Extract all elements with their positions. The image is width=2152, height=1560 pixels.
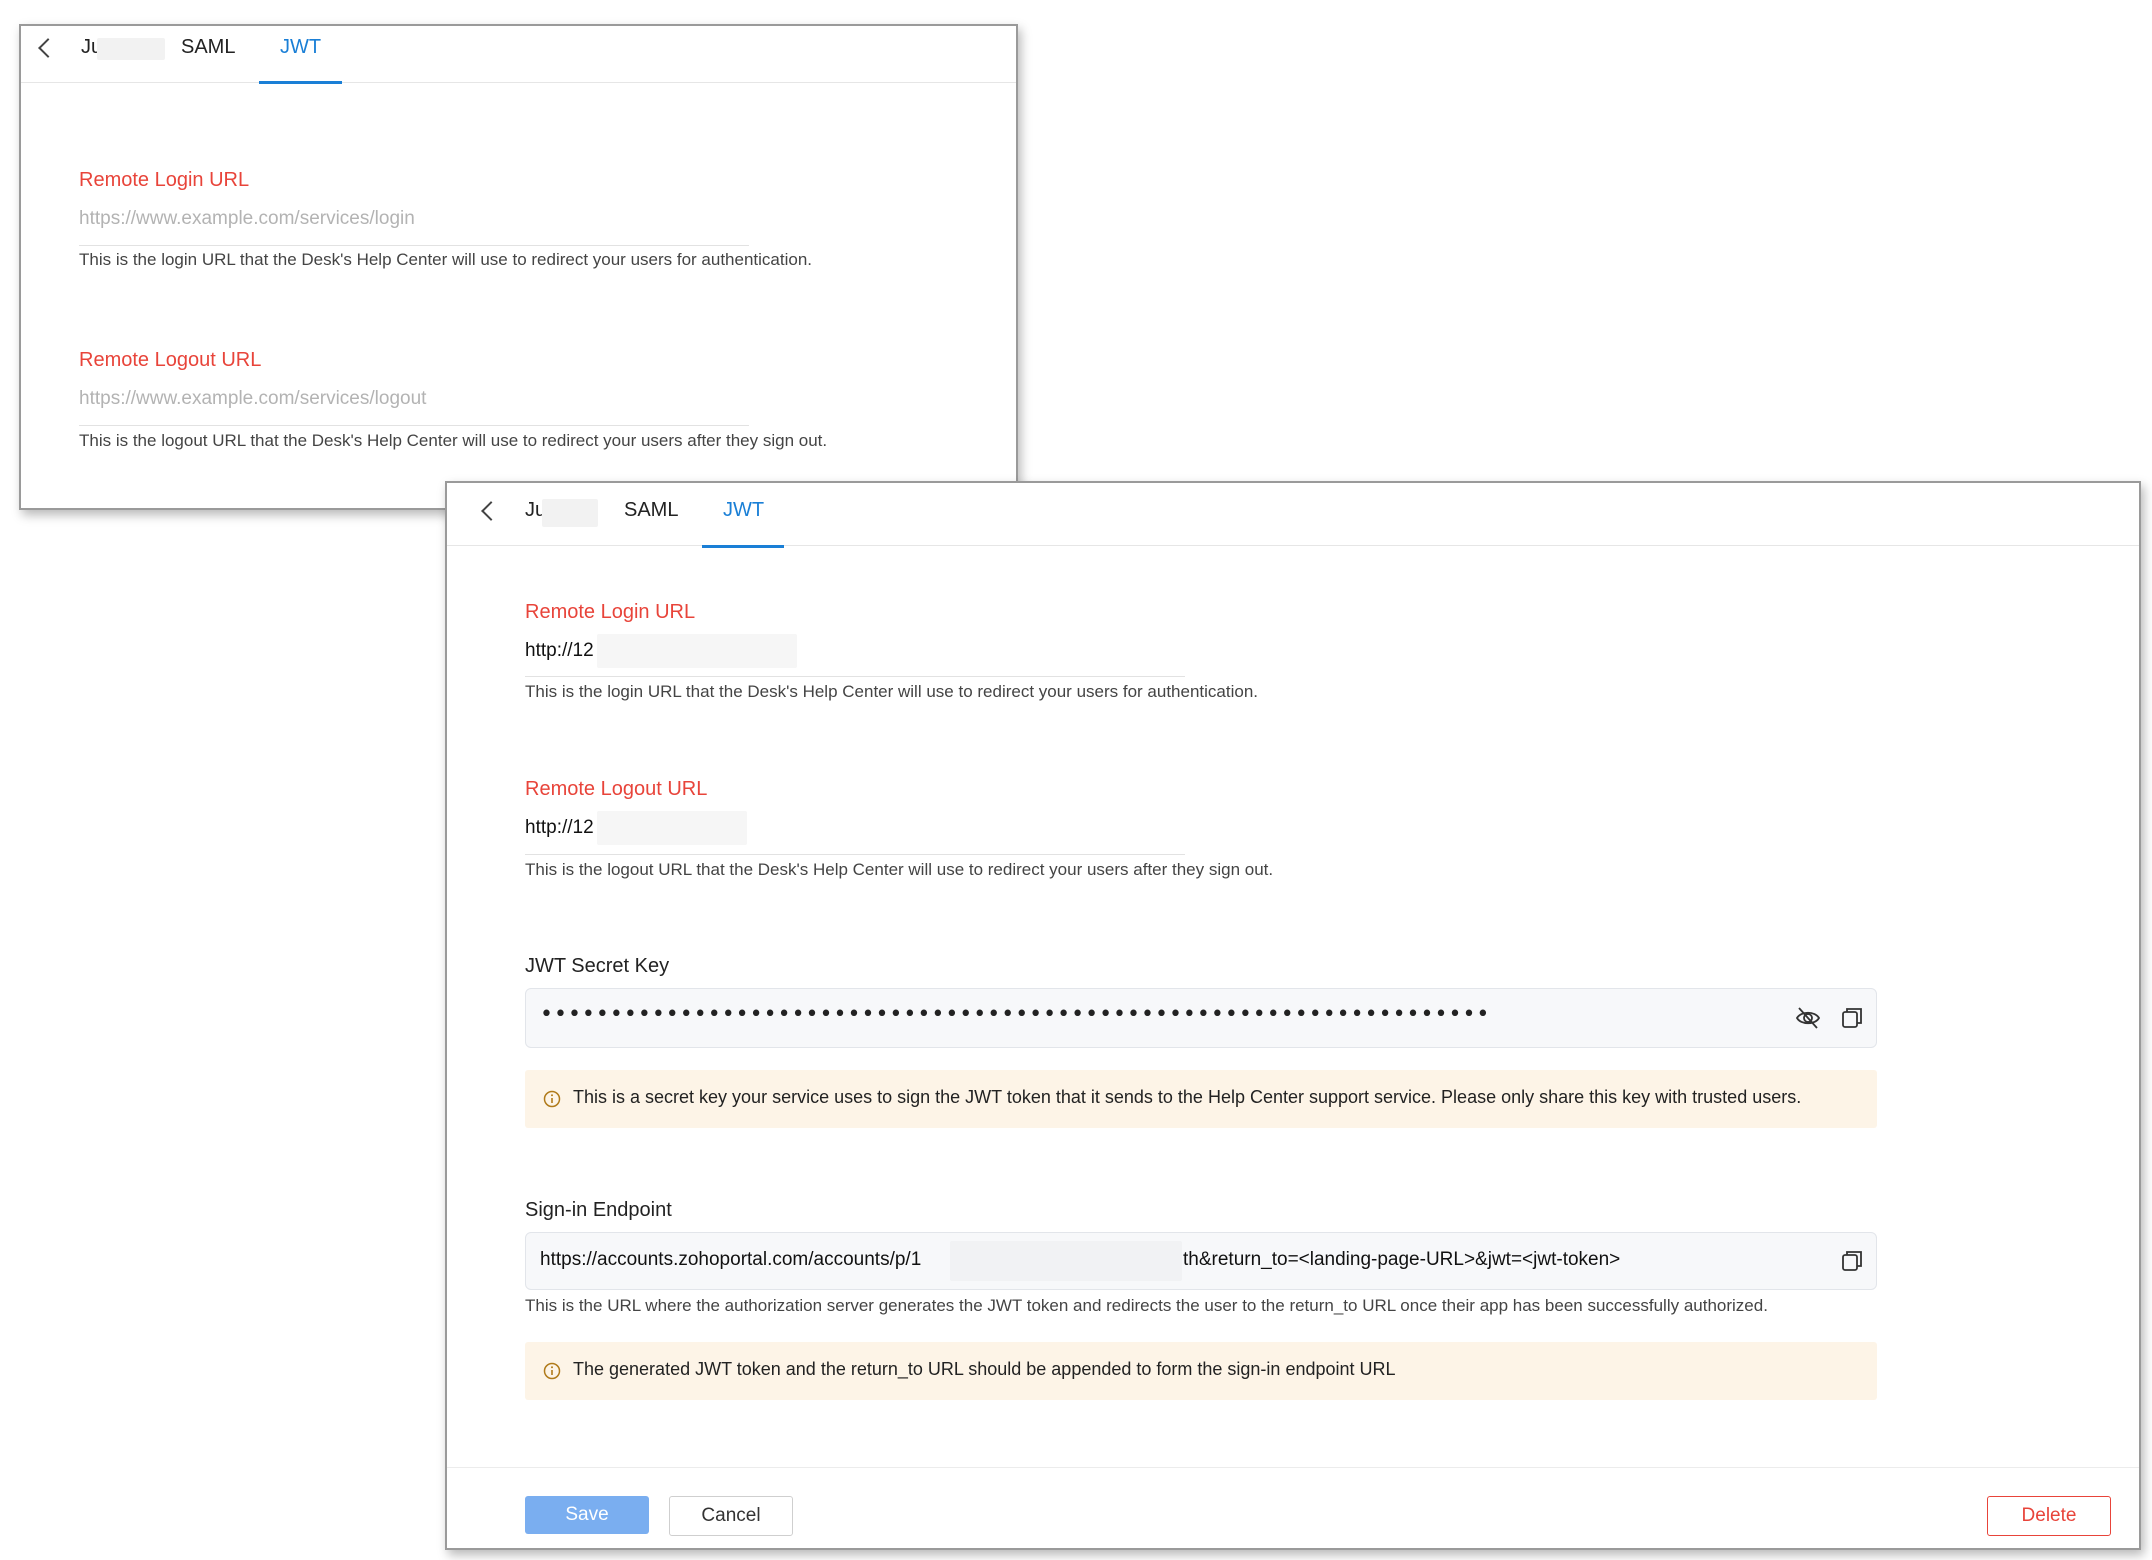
remote-login-url-input[interactable]: http://12 xyxy=(525,640,594,662)
tab-saml[interactable]: SAML xyxy=(624,499,678,522)
tab-bar: Ju SAML JWT xyxy=(21,26,1016,84)
endpoint-note-text: The generated JWT token and the return_t… xyxy=(573,1359,1396,1379)
sign-in-endpoint-help: This is the URL where the authorization … xyxy=(525,1296,1768,1315)
tab-jwt[interactable]: JWT xyxy=(280,36,321,59)
info-icon xyxy=(543,1090,561,1108)
remote-logout-url-label: Remote Logout URL xyxy=(525,778,708,800)
remote-login-url-help: This is the login URL that the Desk's He… xyxy=(525,682,1259,701)
info-icon xyxy=(543,1362,561,1380)
input-underline xyxy=(525,676,1185,677)
active-tab-indicator xyxy=(702,545,784,548)
remote-logout-url-input[interactable]: https://www.example.com/services/logout xyxy=(79,388,426,410)
endpoint-value-end: th&return_to=<landing-page-URL>&jwt=<jwt… xyxy=(1183,1249,1621,1270)
secret-key-note-text: This is a secret key your service uses t… xyxy=(573,1087,1802,1107)
tab-bar: Ju SAML JWT xyxy=(447,483,2139,548)
redacted-area xyxy=(597,634,797,668)
masked-secret-value: ••••••••••••••••••••••••••••••••••••••••… xyxy=(540,1002,1491,1027)
secret-key-note: This is a secret key your service uses t… xyxy=(525,1070,1877,1128)
input-underline xyxy=(79,245,749,246)
remote-login-url-label: Remote Login URL xyxy=(525,601,696,623)
hide-eye-icon[interactable] xyxy=(1794,1004,1822,1032)
endpoint-note: The generated JWT token and the return_t… xyxy=(525,1342,1877,1400)
redacted-area xyxy=(97,38,165,60)
copy-icon[interactable] xyxy=(1838,1004,1866,1032)
remote-login-url-input[interactable]: https://www.example.com/services/login xyxy=(79,208,415,230)
input-underline xyxy=(79,425,749,426)
jwt-secret-key-field[interactable]: ••••••••••••••••••••••••••••••••••••••••… xyxy=(525,988,1877,1048)
cancel-button[interactable]: Cancel xyxy=(669,1496,793,1536)
remote-login-url-help: This is the login URL that the Desk's He… xyxy=(79,250,813,269)
input-underline xyxy=(525,854,1185,855)
remote-login-url-label: Remote Login URL xyxy=(79,169,250,191)
redacted-area xyxy=(542,499,598,527)
delete-button[interactable]: Delete xyxy=(1987,1496,2111,1536)
remote-logout-url-input[interactable]: http://12 xyxy=(525,817,594,839)
tab-jwt[interactable]: JWT xyxy=(723,499,764,522)
front-settings-panel: Ju SAML JWT Remote Login URL http://12 T… xyxy=(445,481,2141,1550)
redacted-area xyxy=(950,1241,1182,1281)
remote-logout-url-help: This is the logout URL that the Desk's H… xyxy=(525,860,1274,879)
remote-logout-url-help: This is the logout URL that the Desk's H… xyxy=(79,431,828,450)
copy-icon[interactable] xyxy=(1838,1247,1866,1275)
footer-divider xyxy=(447,1467,2139,1468)
back-chevron-icon[interactable] xyxy=(38,38,58,58)
back-settings-panel: Ju SAML JWT Remote Login URL https://www… xyxy=(19,24,1018,510)
active-tab-indicator xyxy=(259,81,342,84)
back-chevron-icon[interactable] xyxy=(481,501,501,521)
sign-in-endpoint-label: Sign-in Endpoint xyxy=(525,1199,672,1221)
redacted-area xyxy=(597,811,747,845)
jwt-secret-key-label: JWT Secret Key xyxy=(525,955,670,977)
tab-saml[interactable]: SAML xyxy=(181,36,235,59)
endpoint-value-start: https://accounts.zohoportal.com/accounts… xyxy=(540,1249,922,1270)
remote-logout-url-label: Remote Logout URL xyxy=(79,349,262,371)
save-button[interactable]: Save xyxy=(525,1496,649,1534)
sign-in-endpoint-field[interactable]: https://accounts.zohoportal.com/accounts… xyxy=(525,1232,1877,1290)
